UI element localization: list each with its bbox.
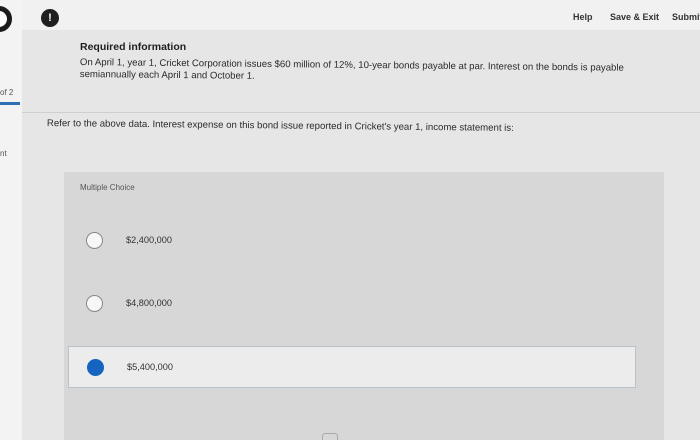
active-page-indicator <box>0 102 20 105</box>
answer-option-1[interactable]: $2,400,000 <box>68 220 636 262</box>
radio-button-selected[interactable] <box>87 359 104 376</box>
progress-ring-icon <box>0 6 12 32</box>
scroll-handle[interactable] <box>322 433 338 440</box>
alert-icon: ! <box>41 9 59 27</box>
required-info-body: On April 1, year 1, Cricket Corporation … <box>79 57 624 82</box>
question-type-label: Multiple Choice <box>80 183 135 192</box>
help-link[interactable]: Help <box>573 12 593 22</box>
radio-button[interactable] <box>86 295 103 312</box>
answer-option-label: $4,800,000 <box>126 298 172 308</box>
question-text: Refer to the above data. Interest expens… <box>46 118 514 134</box>
points-label: nt <box>0 149 7 158</box>
radio-button[interactable] <box>86 232 103 249</box>
answer-option-label: $2,400,000 <box>126 235 172 245</box>
section-divider <box>22 112 700 113</box>
answer-option-3[interactable]: $5,400,000 <box>68 346 636 388</box>
save-exit-link[interactable]: Save & Exit <box>610 12 659 22</box>
page-counter: of 2 <box>0 88 14 97</box>
required-info-title: Required information <box>80 41 187 53</box>
answer-option-2[interactable]: $4,800,000 <box>68 283 636 325</box>
submit-link[interactable]: Submit <box>672 12 700 22</box>
top-bar: Help Save & Exit Submit <box>0 0 700 30</box>
left-rail: of 2 nt <box>0 0 22 440</box>
answer-option-label: $5,400,000 <box>127 362 173 372</box>
